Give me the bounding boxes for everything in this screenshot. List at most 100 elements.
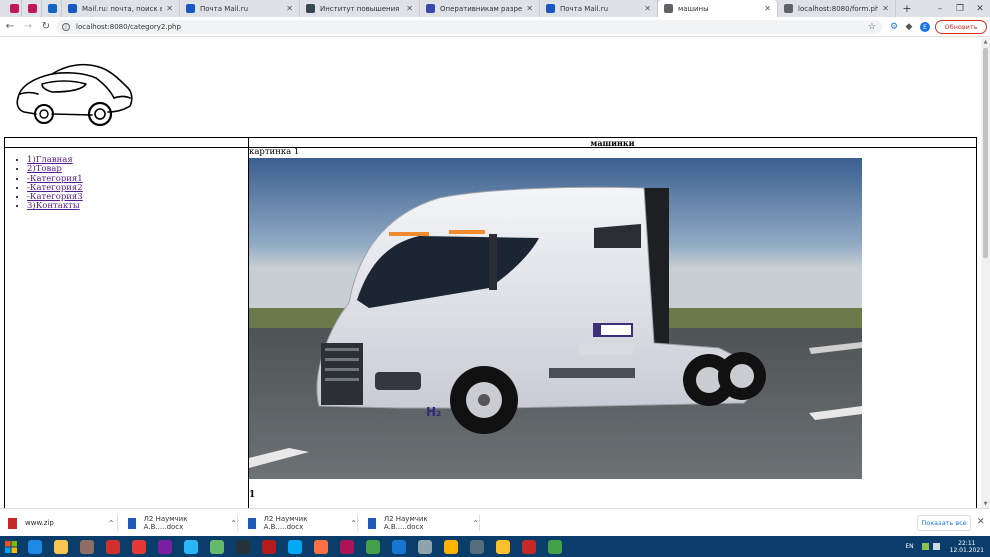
browser-tab[interactable] <box>42 0 62 17</box>
word-file-icon <box>128 517 136 529</box>
notepad-icon <box>210 539 224 554</box>
address-bar[interactable]: i localhost:8080/category2.php ☆ <box>56 20 882 34</box>
taskbar-app[interactable] <box>412 536 438 557</box>
tab-close-icon[interactable]: ✕ <box>522 4 533 13</box>
new-tab-button[interactable]: + <box>900 0 914 17</box>
reload-icon[interactable]: ↻ <box>38 19 54 35</box>
tab-favicon-icon <box>306 4 315 13</box>
scroll-up-icon[interactable]: ▲ <box>981 38 990 46</box>
browser-tab[interactable]: Mail.ru: почта, поиск в интерн✕ <box>62 0 180 17</box>
clock[interactable]: 22:11 12.01.2021 <box>950 540 984 554</box>
tab-close-icon[interactable]: ✕ <box>640 4 651 13</box>
browser-tab[interactable]: Оперативникам разрешен ос✕ <box>420 0 540 17</box>
close-window-icon[interactable]: ✕ <box>970 0 990 17</box>
download-item[interactable]: Л2 Наумчик А.В.....docx ⌃ <box>128 515 238 531</box>
taskbar-app[interactable] <box>256 536 282 557</box>
car-logo <box>16 63 133 127</box>
show-all-downloads-button[interactable]: Показать все <box>917 515 971 531</box>
taskbar-app[interactable] <box>74 536 100 557</box>
opera-icon <box>106 539 120 554</box>
language-indicator[interactable]: EN <box>905 543 913 550</box>
restore-icon[interactable]: ❐ <box>950 0 970 17</box>
taskbar-app[interactable] <box>100 536 126 557</box>
settings-icon <box>418 539 432 554</box>
bookmark-star-icon[interactable]: ☆ <box>868 22 876 32</box>
browser-tab[interactable]: Почта Mail.ru ✕ <box>180 0 300 17</box>
back-icon[interactable]: ← <box>2 19 18 35</box>
browser-tab[interactable] <box>4 0 22 17</box>
scrollbar-thumb[interactable] <box>983 48 988 258</box>
taskbar-app[interactable] <box>152 536 178 557</box>
taskbar-app[interactable] <box>386 536 412 557</box>
browser-tab[interactable]: машины ✕ <box>658 0 778 17</box>
taskbar-app[interactable] <box>542 536 568 557</box>
chevron-up-icon[interactable]: ⌃ <box>108 519 115 528</box>
opera-gx-icon <box>132 539 146 554</box>
browser-tab[interactable] <box>22 0 42 17</box>
download-item[interactable]: Л2 Наумчик А.В.....docx ⌃ <box>248 515 358 531</box>
clock-time: 22:11 <box>958 539 976 547</box>
download-filename: Л2 Наумчик А.В.....docx <box>383 515 428 531</box>
forward-icon[interactable]: → <box>20 19 36 35</box>
tab-favicon-icon <box>186 4 195 13</box>
download-item[interactable]: Л2 Наумчик А.В.....docx ⌃ <box>368 515 480 531</box>
taskbar-apps <box>22 536 568 557</box>
browser-toolbar: ← → ↻ i localhost:8080/category2.php ☆ ⚙… <box>0 17 990 37</box>
chevron-up-icon[interactable]: ⌃ <box>472 519 479 528</box>
taskbar-app[interactable] <box>516 536 542 557</box>
taskbar-app[interactable] <box>178 536 204 557</box>
truck-photo: H₂ <box>249 158 862 479</box>
page-scrollbar[interactable]: ▲ ▼ <box>981 38 990 508</box>
site-info-icon[interactable]: i <box>62 23 70 31</box>
menu-item-contacts: 3)Контакты <box>27 202 248 211</box>
system-tray: EN 22:11 12.01.2021 <box>905 536 984 557</box>
telegram-icon <box>184 539 198 554</box>
chevron-up-icon[interactable]: ⌃ <box>230 519 237 528</box>
tray-network-icon[interactable] <box>921 543 929 550</box>
firefox-icon <box>314 539 328 554</box>
download-filename: www.zip <box>25 519 54 527</box>
extension-icon[interactable]: ⚙ <box>888 20 900 34</box>
tab-title: Почта Mail.ru <box>560 4 609 13</box>
puzzle-icon[interactable]: ◆ <box>903 20 915 34</box>
browser-tab[interactable]: Почта Mail.ru ✕ <box>540 0 658 17</box>
chevron-up-icon[interactable]: ⌃ <box>350 519 357 528</box>
tab-favicon-icon <box>546 4 555 13</box>
taskbar-app[interactable] <box>308 536 334 557</box>
taskbar-app[interactable] <box>464 536 490 557</box>
taskbar-app[interactable] <box>126 536 152 557</box>
taskbar-app[interactable] <box>360 536 386 557</box>
minimize-icon[interactable]: – <box>930 0 950 17</box>
tab-favicon-icon <box>784 4 793 13</box>
taskbar-app[interactable] <box>204 536 230 557</box>
content-cell: машинки картинка 1 H₂ 1 <box>249 138 976 508</box>
taskbar-app[interactable] <box>282 536 308 557</box>
taskbar-app[interactable] <box>22 536 48 557</box>
browser-tab[interactable]: Институт повышения квалиф✕ <box>300 0 420 17</box>
tab-close-icon[interactable]: ✕ <box>162 4 173 13</box>
tab-title: Институт повышения квалиф <box>320 4 402 13</box>
profile-avatar[interactable]: E <box>920 22 930 32</box>
download-item[interactable]: www.zip ⌃ <box>8 515 118 531</box>
tab-close-icon[interactable]: ✕ <box>402 4 413 13</box>
tab-close-icon[interactable]: ✕ <box>282 4 293 13</box>
taskbar-app[interactable] <box>230 536 256 557</box>
taskbar-app[interactable] <box>334 536 360 557</box>
tray-volume-icon[interactable] <box>932 543 940 550</box>
update-button[interactable]: Обновить <box>935 20 987 34</box>
scroll-down-icon[interactable]: ▼ <box>981 500 990 508</box>
taskbar-app[interactable] <box>438 536 464 557</box>
tab-close-icon[interactable]: ✕ <box>760 4 771 13</box>
menu-link-contacts[interactable]: 3)Контакты <box>27 201 80 211</box>
page-number: 1 <box>249 490 256 500</box>
tab-title: localhost:8080/form.php <box>798 4 879 13</box>
taskbar-app[interactable] <box>490 536 516 557</box>
tab-close-icon[interactable]: ✕ <box>878 4 889 13</box>
tab-title: Mail.ru: почта, поиск в интерн <box>82 4 162 13</box>
start-button[interactable] <box>0 536 22 557</box>
taskbar-app[interactable] <box>48 536 74 557</box>
close-icon[interactable]: ✕ <box>977 517 985 527</box>
browser-tab[interactable]: localhost:8080/form.php ✕ <box>778 0 896 17</box>
picture-caption: картинка 1 <box>249 147 300 157</box>
archive-icon <box>522 539 536 554</box>
